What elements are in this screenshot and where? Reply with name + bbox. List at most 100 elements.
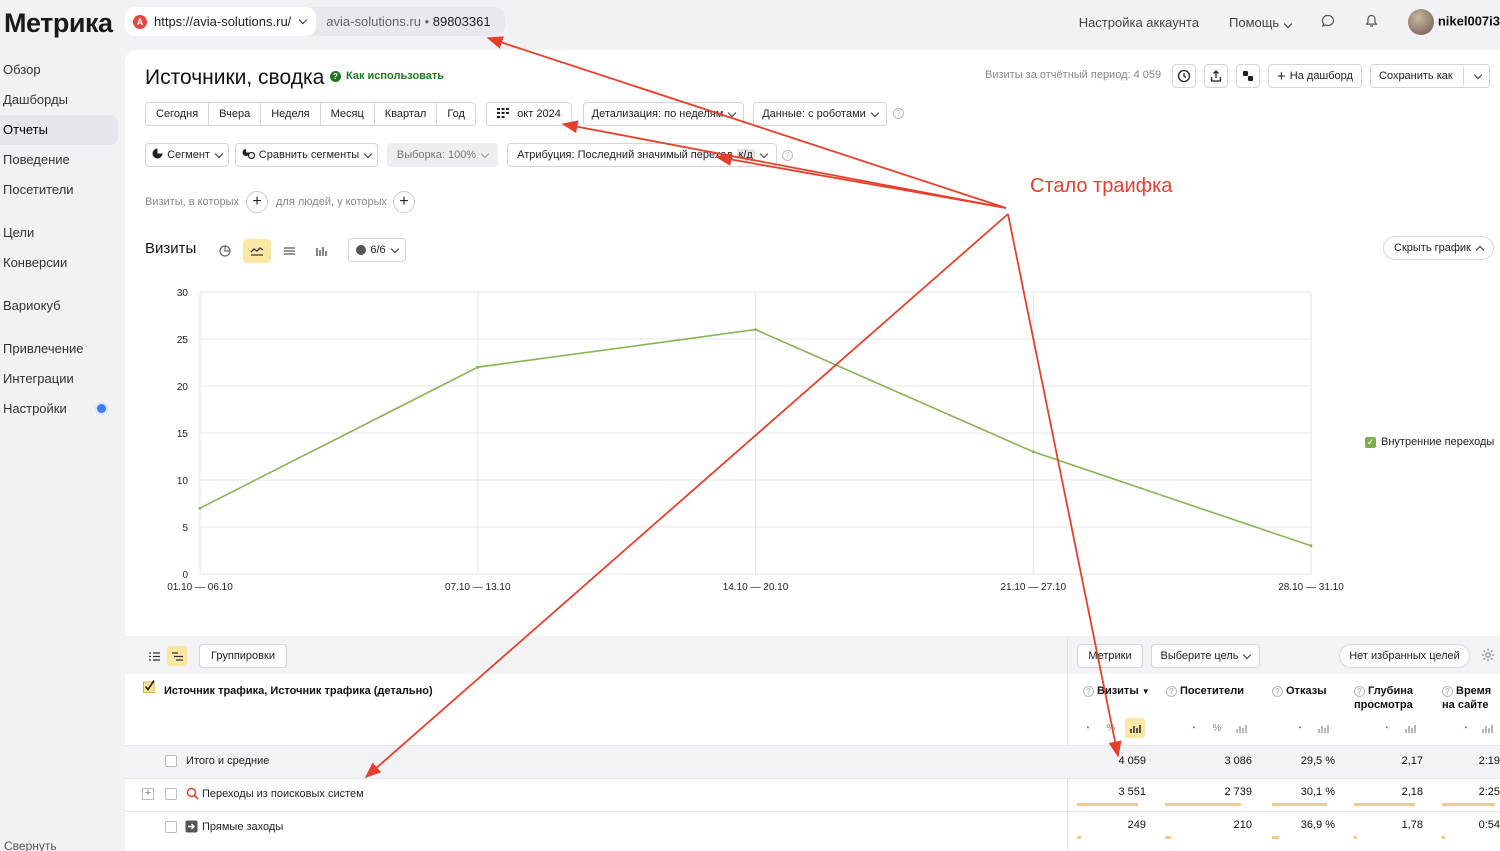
- pie-mode-icon[interactable]: ◔: [1077, 718, 1097, 738]
- period-week[interactable]: Неделя: [261, 103, 321, 125]
- x-tick-label: 01.10 — 06.10: [167, 582, 233, 593]
- compare-segments-button[interactable]: Сравнить сегменты: [235, 143, 378, 167]
- sidebar-item-reports[interactable]: Отчеты: [0, 115, 118, 145]
- hide-chart-button[interactable]: Скрыть график: [1383, 236, 1494, 260]
- pie-mode-icon[interactable]: ◔: [1455, 718, 1475, 738]
- help-icon[interactable]: ?: [1442, 686, 1453, 697]
- sidebar-item-variocube[interactable]: Вариокуб: [0, 291, 118, 321]
- how-to-use-link[interactable]: ? Как использовать: [330, 70, 444, 82]
- list-view-icon[interactable]: [144, 646, 164, 666]
- chart-legend[interactable]: ✓ Внутренние переходы: [1365, 436, 1494, 448]
- metrics-button[interactable]: Метрики: [1077, 644, 1143, 668]
- row-label[interactable]: Переходы из поисковых систем: [202, 788, 364, 800]
- column-header-visits[interactable]: ? Визиты ▼: [1083, 684, 1150, 699]
- save-as-dropdown[interactable]: [1463, 67, 1489, 85]
- sidebar-item-visitors[interactable]: Посетители: [0, 175, 118, 205]
- row-label[interactable]: Прямые заходы: [202, 821, 283, 833]
- help-menu[interactable]: Помощь: [1229, 15, 1293, 30]
- app-logo[interactable]: Метрика: [4, 8, 113, 39]
- row-checkbox[interactable]: [165, 821, 177, 833]
- save-as-button[interactable]: Сохранить как: [1370, 64, 1490, 88]
- data-point: [1031, 450, 1035, 454]
- compare-icon: [242, 148, 255, 162]
- legend-series-label: Внутренние переходы: [1381, 436, 1495, 448]
- row-checkbox[interactable]: [165, 755, 177, 767]
- bar-mode-icon[interactable]: [1477, 718, 1497, 738]
- row-checkbox[interactable]: [165, 788, 177, 800]
- period-year[interactable]: Год: [437, 103, 475, 125]
- calendar-icon: [497, 107, 510, 121]
- sidebar-item-goals[interactable]: Цели: [0, 218, 118, 248]
- help-icon[interactable]: ?: [1083, 686, 1094, 697]
- attribution-selector[interactable]: Атрибуция: Последний значимый переход к/д: [507, 143, 777, 167]
- add-people-filter-button[interactable]: +: [393, 191, 415, 213]
- y-tick-label: 25: [177, 335, 189, 346]
- share-bar: [1354, 803, 1415, 806]
- help-icon[interactable]: ?: [1272, 686, 1283, 697]
- help-icon[interactable]: ?: [893, 108, 904, 119]
- bar-mode-icon[interactable]: [1313, 718, 1333, 738]
- pie-mode-icon[interactable]: ◔: [1183, 718, 1203, 738]
- bar-mode-icon[interactable]: [1125, 718, 1145, 738]
- sidebar-item-dashboards[interactable]: Дашборды: [0, 85, 118, 115]
- history-icon[interactable]: [1172, 64, 1196, 88]
- export-icon[interactable]: [1204, 64, 1228, 88]
- series-selector[interactable]: 6/6: [348, 238, 406, 262]
- data-mode-selector[interactable]: Данные: с роботами: [753, 102, 887, 126]
- period-yesterday[interactable]: Вчера: [209, 103, 262, 125]
- percent-mode-icon[interactable]: %: [1207, 718, 1227, 738]
- bar-chart-type-icon[interactable]: [307, 239, 335, 263]
- pie-mode-icon[interactable]: ◔: [1289, 718, 1309, 738]
- bar-mode-icon[interactable]: [1231, 718, 1251, 738]
- add-visits-filter-button[interactable]: +: [246, 191, 268, 213]
- column-header-bounces[interactable]: ? Отказы: [1272, 684, 1327, 698]
- column-header-time[interactable]: ? Время на сайте: [1442, 684, 1500, 712]
- line-chart-type-icon[interactable]: [243, 239, 271, 263]
- chevron-down-icon: [363, 149, 373, 158]
- period-month[interactable]: Месяц: [321, 103, 375, 125]
- share-icon[interactable]: [1236, 64, 1260, 88]
- expand-row-icon[interactable]: +: [142, 788, 154, 800]
- favorite-goals-button[interactable]: Нет избранных целей: [1339, 644, 1470, 668]
- detail-selector[interactable]: Детализация: по неделям: [583, 102, 744, 126]
- period-today[interactable]: Сегодня: [146, 103, 210, 125]
- add-to-dashboard-button[interactable]: + На дашборд: [1268, 64, 1362, 88]
- date-range-button[interactable]: окт 2024: [486, 102, 572, 126]
- site-url-selector[interactable]: A https://avia-solutions.ru/: [125, 7, 317, 36]
- column-header-visitors[interactable]: ? Посетители: [1166, 684, 1244, 698]
- column-header-depth[interactable]: ? Глубина просмотра: [1354, 684, 1424, 712]
- tree-view-icon[interactable]: [167, 646, 187, 666]
- segment-button[interactable]: Сегмент: [145, 143, 229, 167]
- sidebar-item-overview[interactable]: Обзор: [0, 55, 118, 85]
- y-tick-label: 5: [182, 523, 188, 534]
- gear-icon[interactable]: [1481, 648, 1495, 667]
- sidebar-item-integrations[interactable]: Интеграции: [0, 364, 118, 394]
- help-icon[interactable]: ?: [782, 150, 793, 161]
- help-icon[interactable]: ?: [1354, 686, 1365, 697]
- help-icon[interactable]: ?: [1166, 686, 1177, 697]
- area-chart-type-icon[interactable]: [275, 239, 303, 263]
- sidebar-item-conversions[interactable]: Конверсии: [0, 248, 118, 278]
- dimension-header[interactable]: Источник трафика, Источник трафика (дета…: [164, 684, 433, 698]
- chat-icon[interactable]: [1321, 14, 1335, 31]
- checkbox-checked-icon[interactable]: ✓: [1365, 436, 1376, 448]
- pie-chart-type-icon[interactable]: [211, 239, 239, 263]
- sidebar-item-settings[interactable]: Настройки: [0, 394, 118, 424]
- row-label: Итого и средние: [186, 755, 270, 767]
- account-settings-link[interactable]: Настройка аккаунта: [1079, 15, 1199, 30]
- sample-selector[interactable]: Выборка: 100%: [387, 143, 498, 167]
- counter-selector[interactable]: A https://avia-solutions.ru/ avia-soluti…: [125, 7, 505, 36]
- groupings-button[interactable]: Группировки: [199, 644, 287, 668]
- dimension-checkbox-icon[interactable]: [143, 680, 156, 696]
- percent-mode-icon[interactable]: %: [1101, 718, 1121, 738]
- collapse-sidebar-button[interactable]: Свернуть: [4, 839, 57, 851]
- bell-icon[interactable]: [1365, 14, 1378, 31]
- sidebar-item-behavior[interactable]: Поведение: [0, 145, 118, 175]
- user-menu[interactable]: nikel007i3: [1407, 9, 1500, 35]
- pie-mode-icon[interactable]: ◔: [1376, 718, 1396, 738]
- sidebar-item-acquisition[interactable]: Привлечение: [0, 334, 118, 364]
- choose-goal-button[interactable]: Выберите цель: [1151, 644, 1260, 668]
- period-quarter[interactable]: Квартал: [375, 103, 438, 125]
- bar-mode-icon[interactable]: [1400, 718, 1420, 738]
- share-bar: [1354, 836, 1357, 839]
